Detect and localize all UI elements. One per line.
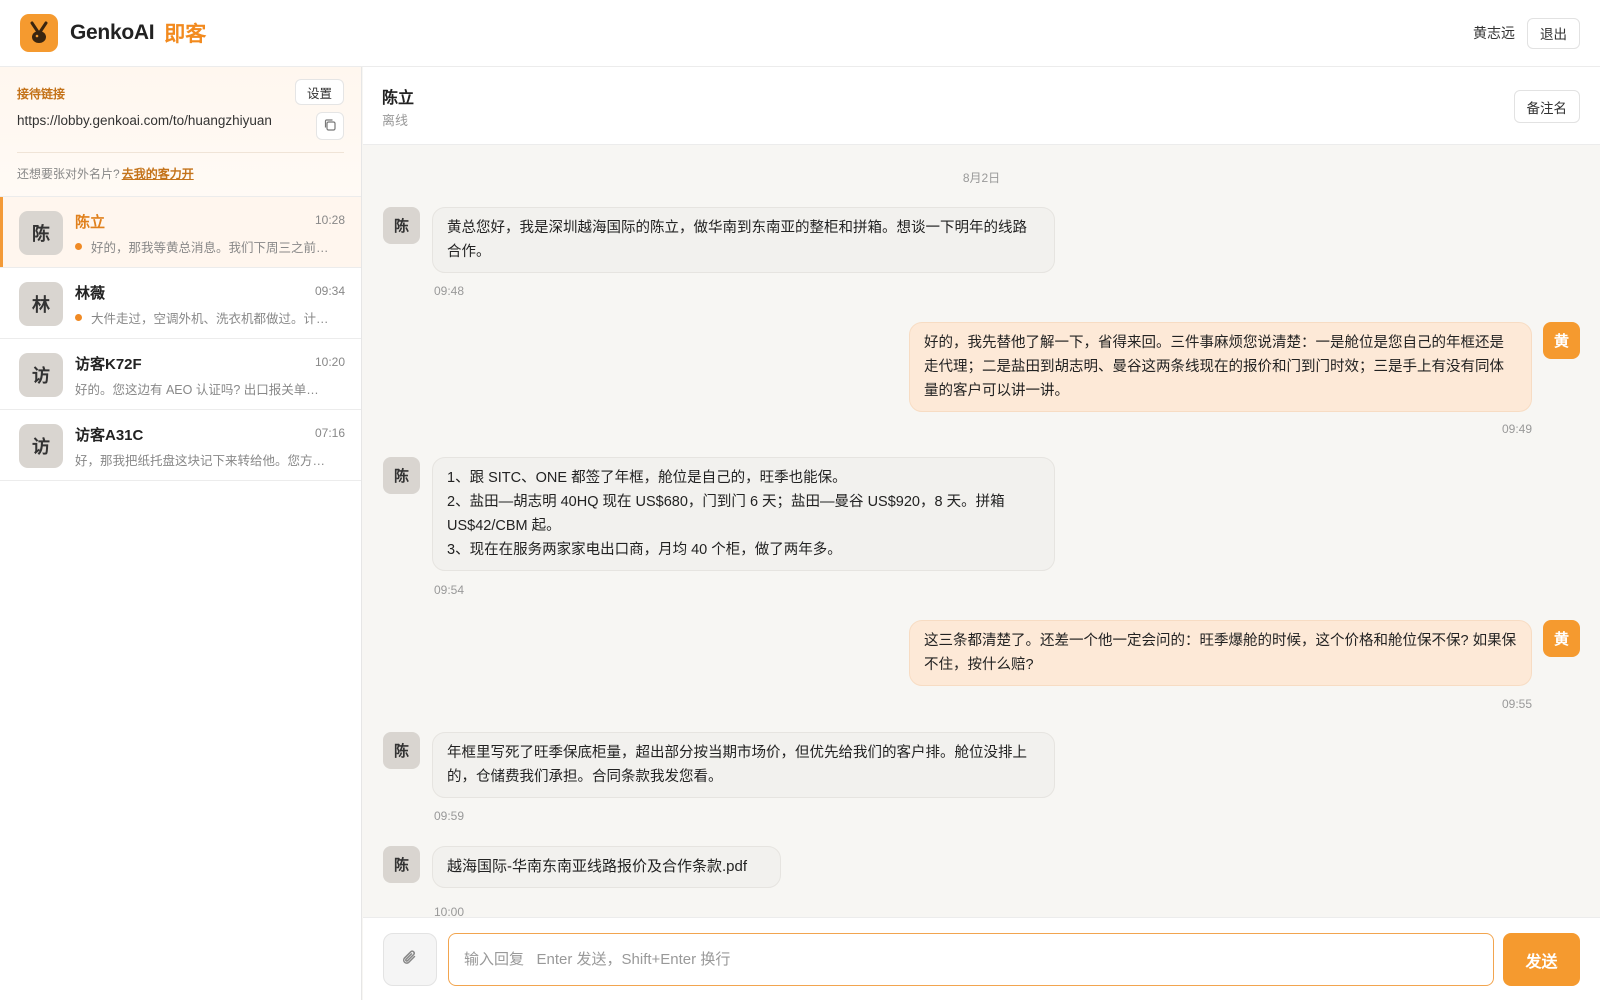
send-button[interactable]: 发送 [1503, 933, 1580, 986]
file-attachment-bubble[interactable]: 越海国际-华南东南亚线路报价及合作条款.pdf [432, 846, 781, 888]
message-time: 09:49 [1501, 422, 1532, 436]
chat-contact-name: 陈立 [382, 90, 415, 107]
conversation-name: 林薇 [75, 285, 106, 302]
unread-dot-icon [75, 314, 82, 321]
preview-text: 好，那我把纸托盘这块记下来转给他。您方… [75, 454, 326, 468]
message-bubble: 好的，我先替他了解一下，省得来回。三件事麻烦您说清楚：一是舱位是您自己的年框还是… [909, 322, 1532, 412]
logout-button[interactable]: 退出 [1527, 17, 1580, 49]
avatar: 陈 [383, 846, 420, 883]
divider [17, 152, 344, 153]
reply-input[interactable] [448, 933, 1494, 986]
message-time: 10:00 [434, 905, 465, 917]
conversation-item[interactable]: 陈 陈立 10:28 好的，那我等黄总消息。我们下周三之前… [0, 197, 361, 268]
attach-button[interactable] [383, 933, 437, 986]
preview-text: 好的，那我等黄总消息。我们下周三之前… [91, 241, 329, 255]
avatar: 黄 [1543, 322, 1580, 359]
avatar: 陈 [383, 207, 420, 244]
conversation-time: 10:20 [314, 355, 345, 369]
avatar: 黄 [1543, 620, 1580, 657]
message-bubble: 黄总您好，我是深圳越海国际的陈立，做华南到东南亚的整柜和拼箱。想谈一下明年的线路… [432, 207, 1055, 273]
unread-dot-icon [75, 243, 82, 250]
conversation-item[interactable]: 访 访客K72F 10:20 好的。您这边有 AEO 认证吗? 出口报关单… [0, 339, 361, 410]
preview-text: 好的。您这边有 AEO 认证吗? 出口报关单… [75, 383, 319, 397]
copy-link-button[interactable] [316, 112, 344, 140]
date-separator: 8月2日 [962, 171, 1001, 185]
business-card-promo: 还想要张对外名片? 去我的客力开 [17, 165, 194, 182]
conversation-name: 访客A31C [75, 427, 144, 444]
settings-button[interactable]: 设置 [294, 79, 344, 105]
preview-text: 大件走过，空调外机、洗衣机都做过。计… [91, 312, 329, 326]
current-user-name: 黄志远 [1473, 25, 1515, 41]
conversation-name: 陈立 [75, 214, 106, 231]
conversation-time: 07:16 [314, 426, 345, 440]
reply-composer: 发送 [363, 917, 1600, 1000]
remark-name-button[interactable]: 备注名 [1513, 90, 1580, 123]
conversation-name: 访客K72F [75, 356, 142, 373]
message-time: 09:48 [434, 284, 465, 298]
conversation-item[interactable]: 访 访客A31C 07:16 好，那我把纸托盘这块记下来转给他。您方… [0, 410, 361, 481]
conversation-preview: 好的。您这边有 AEO 认证吗? 出口报关单… [75, 379, 345, 398]
avatar: 陈 [19, 211, 63, 255]
chat-header: 陈立 离线 备注名 [363, 67, 1600, 145]
message-bubble: 年框里写死了旺季保底柜量，超出部分按当期市场价，但优先给我们的客户排。舱位没排上… [432, 732, 1055, 798]
brand-name-cn: 即客 [164, 23, 207, 46]
brand-name: GenkoAI [70, 21, 155, 44]
avatar: 林 [19, 282, 63, 326]
rabbit-logo-icon [20, 14, 58, 52]
promo-text: 还想要张对外名片? [17, 167, 120, 181]
message-bubble: 1、跟 SITC、ONE 都签了年框，舱位是自己的，旺季也能保。 2、盐田—胡志… [432, 457, 1055, 571]
message-list[interactable]: 8月2日 陈 黄总您好，我是深圳越海国际的陈立，做华南到东南亚的整柜和拼箱。想谈… [363, 145, 1600, 917]
reception-link-panel: 接待链接 设置 https://lobby.genkoai.com/to/hua… [0, 67, 361, 197]
copy-icon [323, 118, 337, 135]
message-bubble: 这三条都清楚了。还差一个他一定会问的：旺季爆舱的时候，这个价格和舱位保不保? 如… [909, 620, 1532, 686]
paperclip-icon [400, 948, 420, 971]
conversation-preview: 好，那我把纸托盘这块记下来转给他。您方… [75, 450, 345, 469]
conversation-time: 10:28 [314, 213, 345, 227]
avatar: 陈 [383, 457, 420, 494]
message-time: 09:54 [434, 583, 465, 597]
avatar: 访 [19, 353, 63, 397]
chat-contact-status: 离线 [382, 113, 409, 128]
top-header: GenkoAI 即客 黄志远 退出 [0, 0, 1600, 67]
conversation-preview: 大件走过，空调外机、洗衣机都做过。计… [75, 308, 345, 327]
message-time: 09:59 [434, 809, 465, 823]
conversation-time: 09:34 [314, 284, 345, 298]
message-time: 09:55 [1501, 697, 1532, 711]
conversation-sidebar: 接待链接 设置 https://lobby.genkoai.com/to/hua… [0, 67, 362, 1000]
avatar: 陈 [383, 732, 420, 769]
promo-link[interactable]: 去我的客力开 [122, 167, 194, 181]
conversation-preview: 好的，那我等黄总消息。我们下周三之前… [75, 237, 345, 256]
conversation-item[interactable]: 林 林薇 09:34 大件走过，空调外机、洗衣机都做过。计… [0, 268, 361, 339]
reception-link-url[interactable]: https://lobby.genkoai.com/to/huangzhiyua… [17, 113, 272, 128]
avatar: 访 [19, 424, 63, 468]
